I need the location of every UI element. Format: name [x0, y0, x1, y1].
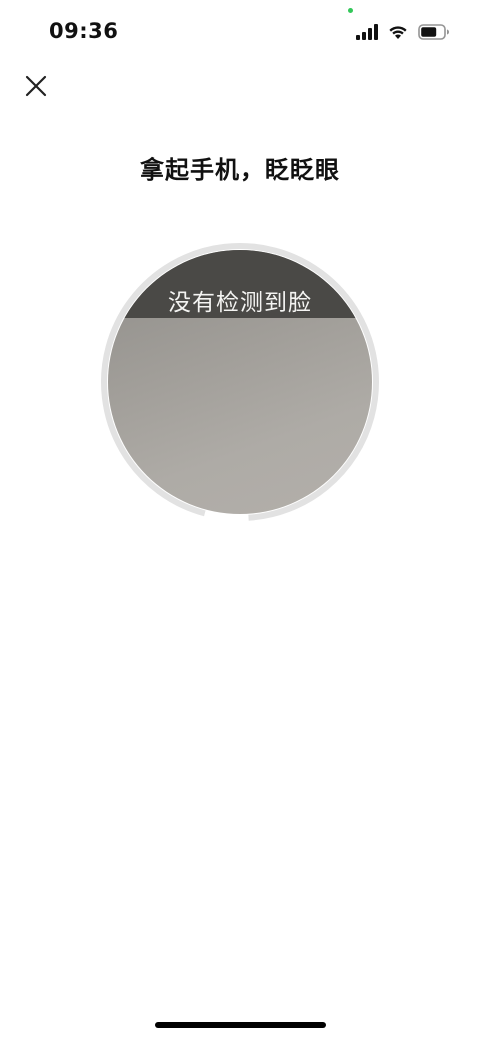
privacy-indicator-dot	[348, 8, 353, 13]
status-icons	[356, 22, 450, 42]
page-title: 拿起手机，眨眨眼	[140, 156, 340, 184]
status-time: 09:36	[49, 19, 119, 43]
face-camera-container: 没有检测到脸	[98, 240, 382, 524]
status-bar: 09:36	[0, 0, 480, 60]
detection-status-text: 没有检测到脸	[168, 290, 312, 316]
wifi-icon	[389, 26, 407, 39]
close-button[interactable]	[20, 70, 52, 102]
battery-icon	[418, 24, 449, 40]
home-indicator[interactable]	[155, 1022, 326, 1028]
signal-icon	[356, 24, 378, 40]
camera-preview: 没有检测到脸	[108, 250, 372, 514]
close-icon	[25, 75, 47, 97]
